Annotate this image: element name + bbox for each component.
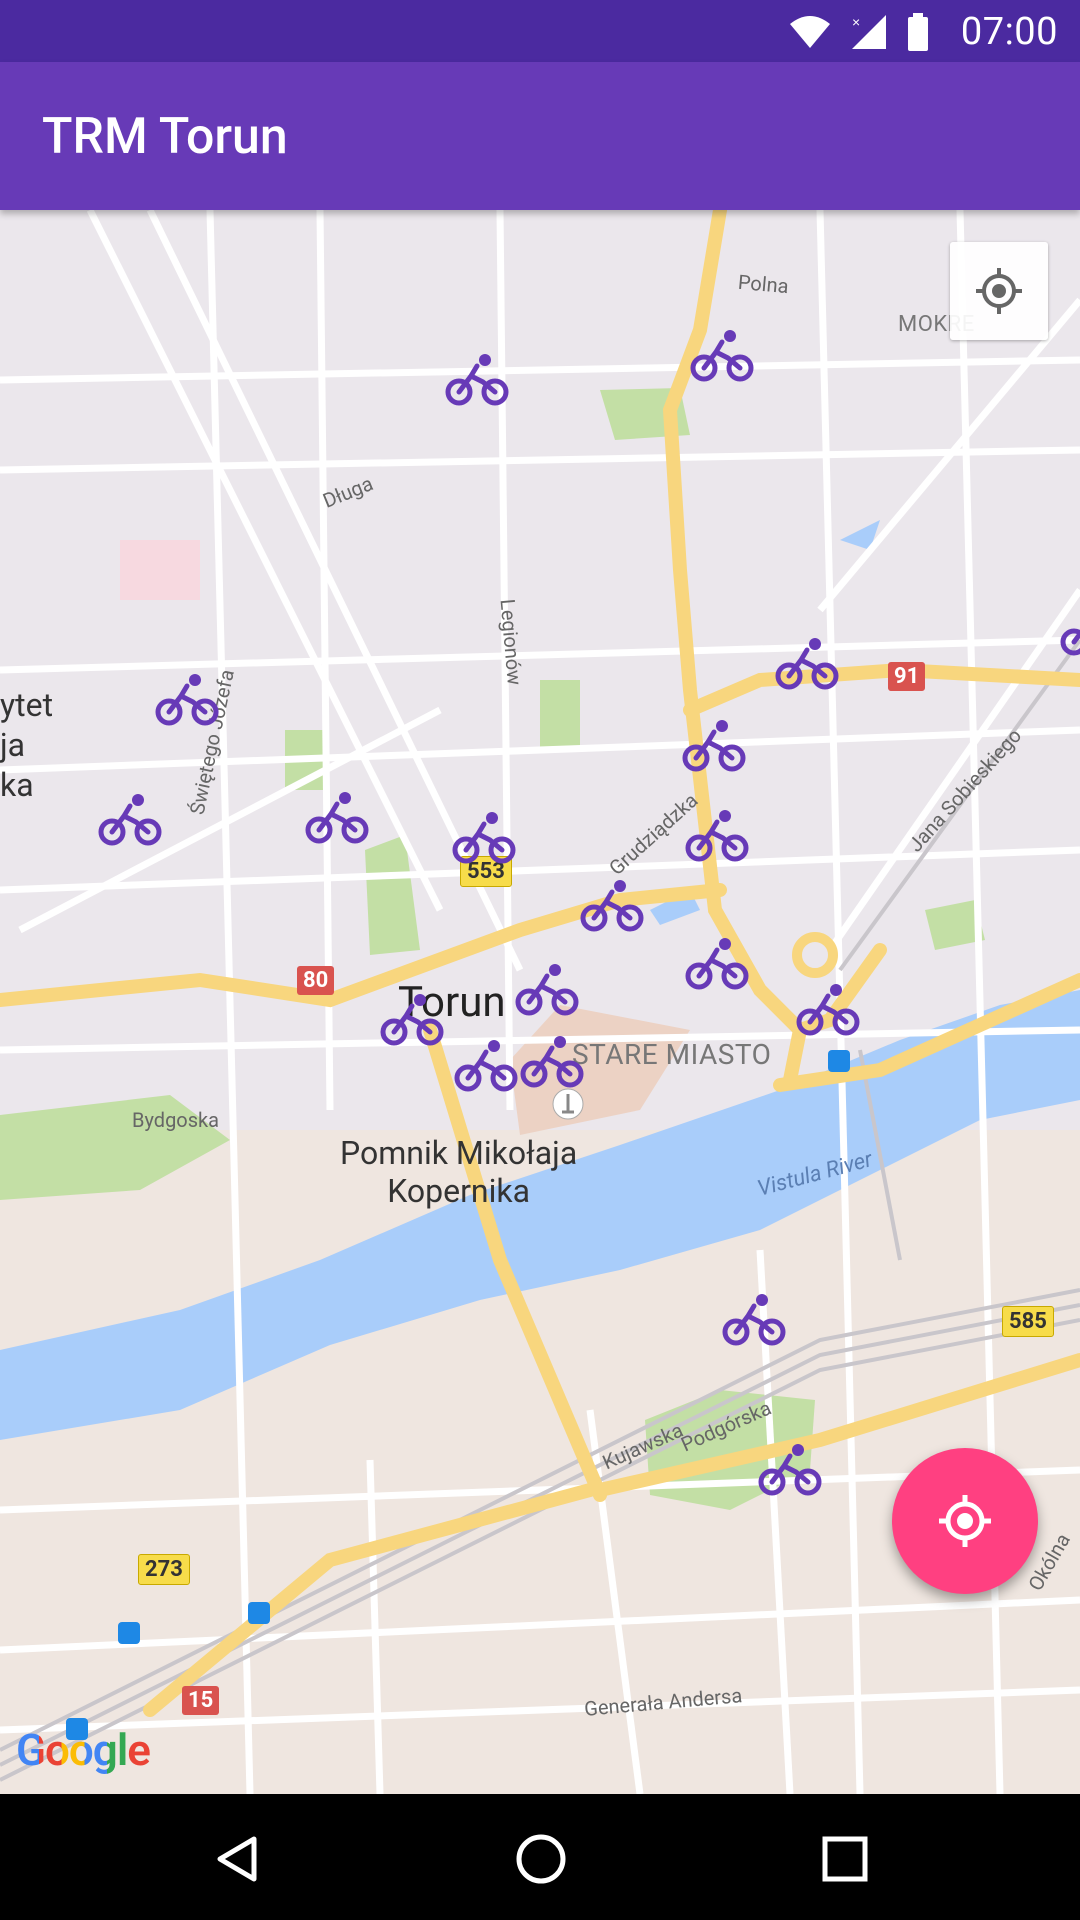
app-bar: TRM Torun bbox=[0, 62, 1080, 210]
bike-station-marker[interactable] bbox=[98, 792, 162, 848]
street-label-bydgoska: Bydgoska bbox=[132, 1108, 220, 1132]
bike-station-marker[interactable] bbox=[682, 718, 746, 774]
app-title: TRM Torun bbox=[42, 108, 288, 166]
status-bar: × 07:00 bbox=[0, 0, 1080, 62]
bike-station-marker[interactable] bbox=[520, 1034, 584, 1090]
back-icon[interactable] bbox=[212, 1834, 262, 1884]
crosshair-icon bbox=[939, 1495, 991, 1547]
bike-station-marker[interactable] bbox=[452, 810, 516, 866]
bike-station-marker[interactable] bbox=[758, 1442, 822, 1498]
bike-station-marker[interactable] bbox=[796, 982, 860, 1038]
google-logo-text: Google bbox=[16, 1724, 151, 1776]
bike-station-marker[interactable] bbox=[690, 328, 754, 384]
bike-station-marker[interactable] bbox=[1060, 602, 1080, 658]
wifi-icon bbox=[790, 16, 830, 48]
bike-station-marker[interactable] bbox=[445, 352, 509, 408]
poi-label: Pomnik Mikołaja Kopernika bbox=[340, 1134, 577, 1210]
bike-station-marker[interactable] bbox=[305, 790, 369, 846]
battery-icon bbox=[908, 13, 928, 51]
poi-label-line1: Pomnik Mikołaja bbox=[340, 1134, 578, 1172]
route-badge-273: 273 bbox=[138, 1554, 190, 1585]
status-time: 07:00 bbox=[960, 10, 1058, 54]
map-my-location-button[interactable] bbox=[950, 242, 1048, 340]
street-label-polna: Polna bbox=[737, 269, 790, 299]
left-edge-label-line2: ja bbox=[0, 726, 26, 764]
bike-station-marker[interactable] bbox=[580, 878, 644, 934]
locate-me-fab[interactable] bbox=[892, 1448, 1038, 1594]
route-badge-585: 585 bbox=[1002, 1306, 1054, 1337]
route-badge-15: 15 bbox=[182, 1686, 220, 1715]
bike-station-marker[interactable] bbox=[685, 808, 749, 864]
bike-station-marker[interactable] bbox=[380, 992, 444, 1048]
monument-icon[interactable] bbox=[552, 1088, 584, 1120]
bike-station-marker[interactable] bbox=[775, 636, 839, 692]
bus-stop-icon[interactable] bbox=[248, 1602, 270, 1624]
recents-icon[interactable] bbox=[820, 1834, 870, 1884]
bike-station-marker[interactable] bbox=[155, 672, 219, 728]
poi-label-line2: Kopernika bbox=[387, 1172, 530, 1210]
home-icon[interactable] bbox=[514, 1832, 568, 1886]
crosshair-icon bbox=[976, 268, 1022, 314]
route-badge-80: 80 bbox=[297, 966, 335, 995]
bike-station-marker[interactable] bbox=[454, 1038, 518, 1094]
bus-stop-icon[interactable] bbox=[118, 1622, 140, 1644]
left-edge-label: ytet ja ka bbox=[0, 685, 53, 805]
bike-station-marker[interactable] bbox=[685, 936, 749, 992]
left-edge-label-line3: ka bbox=[0, 766, 34, 804]
svg-text:×: × bbox=[852, 14, 860, 30]
bus-stop-icon[interactable] bbox=[828, 1050, 850, 1072]
route-badge-91: 91 bbox=[888, 662, 926, 691]
navigation-bar bbox=[0, 1794, 1080, 1920]
google-logo: Google bbox=[16, 1724, 151, 1776]
bike-station-marker[interactable] bbox=[515, 962, 579, 1018]
district-label-stare-miasto: STARE MIASTO bbox=[572, 1038, 772, 1071]
status-icons: × bbox=[788, 12, 930, 52]
signal-icon: × bbox=[852, 14, 886, 49]
left-edge-label-line1: ytet bbox=[0, 686, 54, 724]
bike-station-marker[interactable] bbox=[722, 1292, 786, 1348]
